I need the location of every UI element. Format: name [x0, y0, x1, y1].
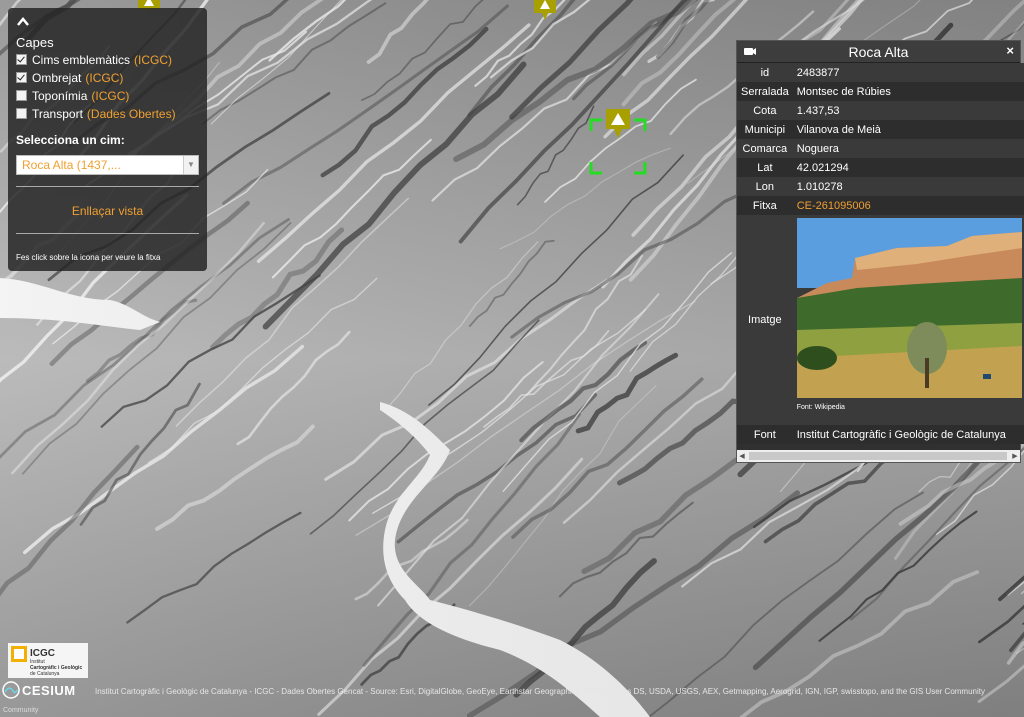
- row-key: Imatge: [737, 215, 793, 425]
- table-row: Fitxa CE-261095006: [737, 196, 1024, 215]
- horizontal-scrollbar[interactable]: ◀ ▶: [737, 450, 1020, 462]
- row-key: id: [737, 63, 793, 82]
- table-row: id 2483877: [737, 63, 1024, 82]
- layers-title: Capes: [16, 35, 54, 50]
- row-key: Lon: [737, 177, 793, 196]
- row-key: Lat: [737, 158, 793, 177]
- cesium-text: CESIUM: [22, 682, 76, 698]
- row-value: Vilanova de Meià: [792, 120, 1024, 139]
- link-view-button[interactable]: Enllaçar vista: [16, 187, 199, 233]
- cesium-logo[interactable]: CESIUM: [2, 681, 76, 699]
- row-key: Cota: [737, 101, 793, 120]
- scroll-left-icon[interactable]: ◀: [737, 452, 747, 460]
- row-value: 42.021294: [792, 158, 1024, 177]
- fitxa-link[interactable]: CE-261095006: [792, 196, 1024, 215]
- icgc-logo-sub3: de Catalunya: [30, 671, 60, 677]
- icgc-logo-text: ICGC: [30, 648, 55, 659]
- layer-label: Transport: [32, 106, 83, 121]
- table-row: Lon 1.010278: [737, 177, 1024, 196]
- layer-source-link[interactable]: (ICGC): [91, 89, 129, 103]
- row-key: Serralada: [737, 82, 793, 101]
- row-key: Font: [737, 425, 793, 444]
- scroll-thumb[interactable]: [749, 452, 1007, 460]
- layer-source-link[interactable]: (ICGC): [134, 53, 172, 67]
- layer-checkbox[interactable]: [16, 72, 27, 83]
- layer-checkbox[interactable]: [16, 54, 27, 65]
- layer-ombrejat[interactable]: Ombrejat (ICGC): [16, 69, 199, 86]
- attribution-credits: Institut Cartogràfic i Geològic de Catal…: [95, 687, 985, 696]
- layer-source-link[interactable]: (Dades Obertes): [87, 107, 176, 121]
- divider: [16, 233, 199, 234]
- info-table: id 2483877 Serralada Montsec de Rúbies C…: [737, 63, 1024, 444]
- peak-photo: [796, 218, 1022, 398]
- layer-checkbox[interactable]: [16, 90, 27, 101]
- layer-toponimia[interactable]: Toponímia (ICGC): [16, 87, 199, 104]
- peak-select-label: Selecciona un cim:: [16, 133, 125, 147]
- close-icon[interactable]: ×: [1006, 43, 1014, 58]
- table-row: Font Institut Cartogràfic i Geològic de …: [737, 425, 1024, 444]
- icgc-logo: ICGC Institut Cartogràfic i Geològic de …: [8, 643, 88, 678]
- row-value: 1.010278: [792, 177, 1024, 196]
- layer-label: Cims emblemàtics: [32, 52, 131, 67]
- photo-caption: Font: Wikipedia: [796, 404, 845, 411]
- layer-transport[interactable]: Transport (Dades Obertes): [16, 105, 199, 122]
- row-key: Comarca: [737, 139, 793, 158]
- table-row: Cota 1.437,53: [737, 101, 1024, 120]
- attribution-community: Community: [3, 707, 39, 714]
- peak-marker-icon[interactable]: [533, 0, 557, 24]
- table-row: Municipi Vilanova de Meià: [737, 120, 1024, 139]
- layer-source-link[interactable]: (ICGC): [85, 71, 123, 85]
- info-title: Roca Alta: [848, 43, 909, 60]
- layer-checkbox[interactable]: [16, 108, 27, 119]
- row-value: Montsec de Rúbies: [792, 82, 1024, 101]
- chevron-down-icon[interactable]: ▼: [183, 156, 198, 174]
- row-value: Institut Cartogràfic i Geològic de Catal…: [792, 425, 1024, 444]
- chevron-up-icon[interactable]: [16, 16, 30, 28]
- table-row: Serralada Montsec de Rúbies: [737, 82, 1024, 101]
- layer-label: Ombrejat: [32, 70, 82, 85]
- layer-label: Toponímia: [32, 88, 88, 103]
- table-row: Comarca Noguera: [737, 139, 1024, 158]
- info-title-bar: Roca Alta ×: [737, 41, 1020, 63]
- row-value: Font: Wikipedia: [792, 215, 1024, 425]
- cesium-icon: [2, 681, 20, 699]
- layers-panel: Capes Cims emblemàtics (ICGC) Ombrejat (…: [8, 8, 207, 271]
- table-row: Lat 42.021294: [737, 158, 1024, 177]
- row-key: Municipi: [737, 120, 793, 139]
- row-key: Fitxa: [737, 196, 793, 215]
- peak-select[interactable]: Roca Alta (1437,... ▼: [16, 155, 199, 175]
- peak-select-value: Roca Alta (1437,...: [22, 158, 121, 172]
- row-value: Noguera: [792, 139, 1024, 158]
- camera-icon[interactable]: [744, 47, 756, 56]
- info-box: Roca Alta × id 2483877 Serralada Montsec…: [736, 40, 1024, 463]
- selected-peak-marker-icon[interactable]: [588, 106, 648, 176]
- table-row: Imatge Font: Wikipedia: [737, 215, 1024, 425]
- row-value: 1.437,53: [792, 101, 1024, 120]
- layer-cims[interactable]: Cims emblemàtics (ICGC): [16, 51, 199, 68]
- hint-text: Fes click sobre la icona per veure la fi…: [16, 253, 161, 262]
- scroll-right-icon[interactable]: ▶: [1010, 452, 1020, 460]
- row-value: 2483877: [792, 63, 1024, 82]
